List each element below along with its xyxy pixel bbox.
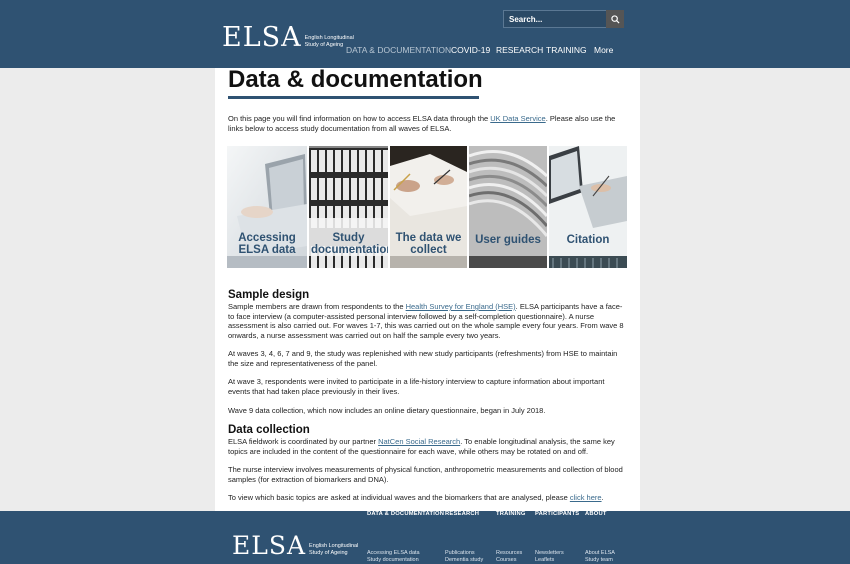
nav-more[interactable]: More xyxy=(594,45,613,55)
sample-design-heading: Sample design xyxy=(228,289,310,301)
footer-elsa-logo[interactable]: ELSA English Longitudinal Study of Agein… xyxy=(232,533,369,558)
title-underline xyxy=(228,96,479,99)
search-icon xyxy=(610,14,620,24)
tile-label: The data we collect xyxy=(395,232,462,256)
data-collection-paragraph-2: The nurse interview involves measurement… xyxy=(228,465,623,484)
site-footer: ELSA English Longitudinal Study of Agein… xyxy=(0,511,850,564)
data-collection-paragraph-3: To view which basic topics are asked at … xyxy=(228,493,604,502)
logo-mark: ELSA xyxy=(232,531,307,560)
search-button[interactable] xyxy=(606,10,624,28)
uk-data-service-link[interactable]: UK Data Service xyxy=(490,114,545,123)
footer-link[interactable]: Newsletters xyxy=(535,550,564,556)
laptop-desk-photo xyxy=(549,146,627,268)
footer-link[interactable]: Study documentation xyxy=(367,557,419,563)
footer-link[interactable]: Courses xyxy=(496,557,516,563)
data-collection-heading: Data collection xyxy=(228,424,310,436)
pages-photo xyxy=(469,146,547,268)
sample-design-paragraph-2: At waves 3, 4, 6, 7 and 9, the study was… xyxy=(228,349,618,368)
footer-link[interactable]: About ELSA xyxy=(585,550,615,556)
click-here-link[interactable]: click here xyxy=(570,493,602,502)
data-collection-paragraph-1: ELSA fieldwork is coordinated by our par… xyxy=(228,437,615,456)
nav-covid-19[interactable]: COVID-19 xyxy=(451,45,490,55)
nav-data-documentation[interactable]: DATA & DOCUMENTATION xyxy=(346,45,451,55)
tile-label: Accessing ELSA data xyxy=(238,232,296,256)
footer-link[interactable]: Leaflets xyxy=(535,557,554,563)
search-box xyxy=(503,10,624,28)
nav-research[interactable]: RESEARCH xyxy=(496,45,543,55)
footer-heading[interactable]: RESEARCH xyxy=(445,511,479,517)
search-input[interactable] xyxy=(503,10,606,28)
tile-label: Study documentation xyxy=(311,232,388,256)
nav-training[interactable]: TRAINING xyxy=(546,45,587,55)
page-title: Data & documentation xyxy=(228,66,483,93)
tile-citation[interactable]: Citation xyxy=(549,146,627,268)
footer-link[interactable]: Accessing ELSA data xyxy=(367,550,420,556)
tile-user-guides[interactable]: User guides xyxy=(469,146,547,268)
tile-label: User guides xyxy=(475,233,541,246)
tile-accessing-elsa-data[interactable]: Accessing ELSA data xyxy=(227,146,307,268)
main-nav: DATA & DOCUMENTATION COVID-19 RESEARCH T… xyxy=(0,45,850,57)
footer-link[interactable]: Study team xyxy=(585,557,613,563)
hse-link[interactable]: Health Survey for England (HSE) xyxy=(406,302,516,311)
site-header: ELSA English Longitudinal Study of Agein… xyxy=(0,0,850,68)
natcen-link[interactable]: NatCen Social Research xyxy=(378,437,460,446)
footer-link[interactable]: Publications xyxy=(445,550,475,556)
tile-the-data-we-collect[interactable]: The data we collect xyxy=(390,146,467,268)
tile-study-documentation[interactable]: Study documentation xyxy=(309,146,388,268)
tile-label: Citation xyxy=(566,233,610,246)
intro-text: On this page you will find information o… xyxy=(228,114,616,133)
footer-heading[interactable]: TRAINING xyxy=(496,511,526,517)
footer-heading[interactable]: DATA & DOCUMENTATION xyxy=(367,511,444,517)
footer-link[interactable]: Dementia study xyxy=(445,557,483,563)
documentation-tiles: Accessing ELSA data Study documentation xyxy=(227,146,627,268)
footer-heading[interactable]: PARTICIPANTS xyxy=(535,511,579,517)
logo-subtitle: English Longitudinal Study of Ageing xyxy=(309,543,359,556)
footer-heading[interactable]: ABOUT xyxy=(585,511,607,517)
footer-link[interactable]: Resources xyxy=(496,550,522,556)
sample-design-paragraph-4: Wave 9 data collection, which now includ… xyxy=(228,406,546,415)
sample-design-paragraph-3: At wave 3, respondents were invited to p… xyxy=(228,377,605,396)
sample-design-paragraph-1: Sample members are drawn from respondent… xyxy=(228,302,624,340)
